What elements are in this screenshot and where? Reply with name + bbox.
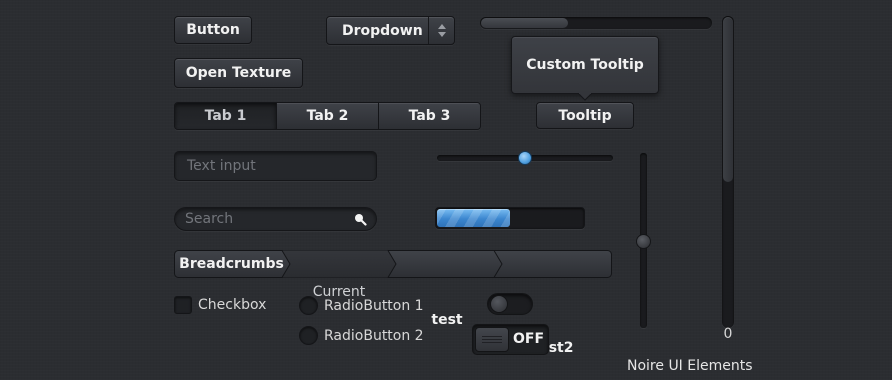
text-input[interactable]: Text input: [174, 151, 377, 181]
search-placeholder: Search: [185, 211, 234, 227]
vertical-scrollbar-thumb[interactable]: [723, 17, 733, 182]
radio-button-1[interactable]: RadioButton 1: [299, 296, 424, 315]
switch-thumb[interactable]: [490, 295, 508, 313]
dropdown[interactable]: Dropdown: [326, 16, 455, 45]
tooltip-button-label: Tooltip: [558, 107, 612, 124]
grip-line: [482, 336, 502, 337]
tab-3-label: Tab 3: [408, 108, 451, 124]
search-field[interactable]: Search: [174, 207, 377, 231]
tooltip-pointer-icon: [578, 93, 592, 101]
button[interactable]: Button: [174, 16, 252, 44]
checkbox-box[interactable]: [174, 296, 192, 314]
text-input-placeholder: Text input: [187, 158, 256, 174]
open-texture-button[interactable]: Open Texture: [174, 58, 303, 88]
tab-2-label: Tab 2: [306, 108, 349, 124]
top-progress-fill: [481, 18, 568, 28]
toggle-state-label: OFF: [513, 331, 545, 347]
vertical-scrollbar[interactable]: [722, 16, 734, 328]
tab-1-label: Tab 1: [204, 108, 247, 124]
search-icon[interactable]: [353, 212, 367, 226]
grip-line: [482, 339, 502, 340]
breadcrumb-item-label: test: [431, 312, 463, 328]
dropdown-label: Dropdown: [342, 22, 423, 39]
vertical-slider-value: 0: [723, 326, 733, 342]
checkbox-label: Checkbox: [198, 297, 267, 313]
tab-2[interactable]: Tab 2: [276, 103, 378, 129]
radio-circle[interactable]: [299, 296, 318, 315]
tooltip-button[interactable]: Tooltip: [536, 102, 634, 129]
button-label: Button: [186, 22, 240, 38]
vertical-slider-thumb[interactable]: [636, 234, 651, 249]
dropdown-arrows-icon: [428, 17, 454, 44]
radio-button-2[interactable]: RadioButton 2: [299, 326, 424, 345]
custom-tooltip: Custom Tooltip: [511, 36, 659, 94]
tab-1[interactable]: Tab 1: [175, 103, 276, 129]
app-title: Noire UI Elements: [627, 358, 753, 374]
progress-bar: [435, 207, 585, 229]
toggle-off[interactable]: OFF: [472, 324, 549, 355]
breadcrumb-item-breadcrumbs[interactable]: Breadcrumbs: [174, 250, 289, 278]
toggle-handle[interactable]: [475, 327, 509, 352]
tab-3[interactable]: Tab 3: [378, 103, 480, 129]
radio-button-1-label: RadioButton 1: [324, 297, 424, 314]
switch[interactable]: [487, 293, 533, 315]
horizontal-slider-thumb[interactable]: [518, 151, 532, 165]
tab-bar: Tab 1 Tab 2 Tab 3: [174, 102, 481, 130]
breadcrumb-item-label: Breadcrumbs: [179, 256, 284, 272]
breadcrumb: Breadcrumbs Current test test2: [174, 250, 612, 356]
radio-button-2-label: RadioButton 2: [324, 327, 424, 344]
radio-circle[interactable]: [299, 326, 318, 345]
checkbox[interactable]: Checkbox: [174, 296, 266, 314]
progress-fill: [437, 209, 510, 227]
open-texture-label: Open Texture: [185, 65, 292, 81]
custom-tooltip-text: Custom Tooltip: [526, 57, 644, 73]
top-progress-bar: [480, 17, 712, 29]
grip-line: [482, 342, 502, 343]
